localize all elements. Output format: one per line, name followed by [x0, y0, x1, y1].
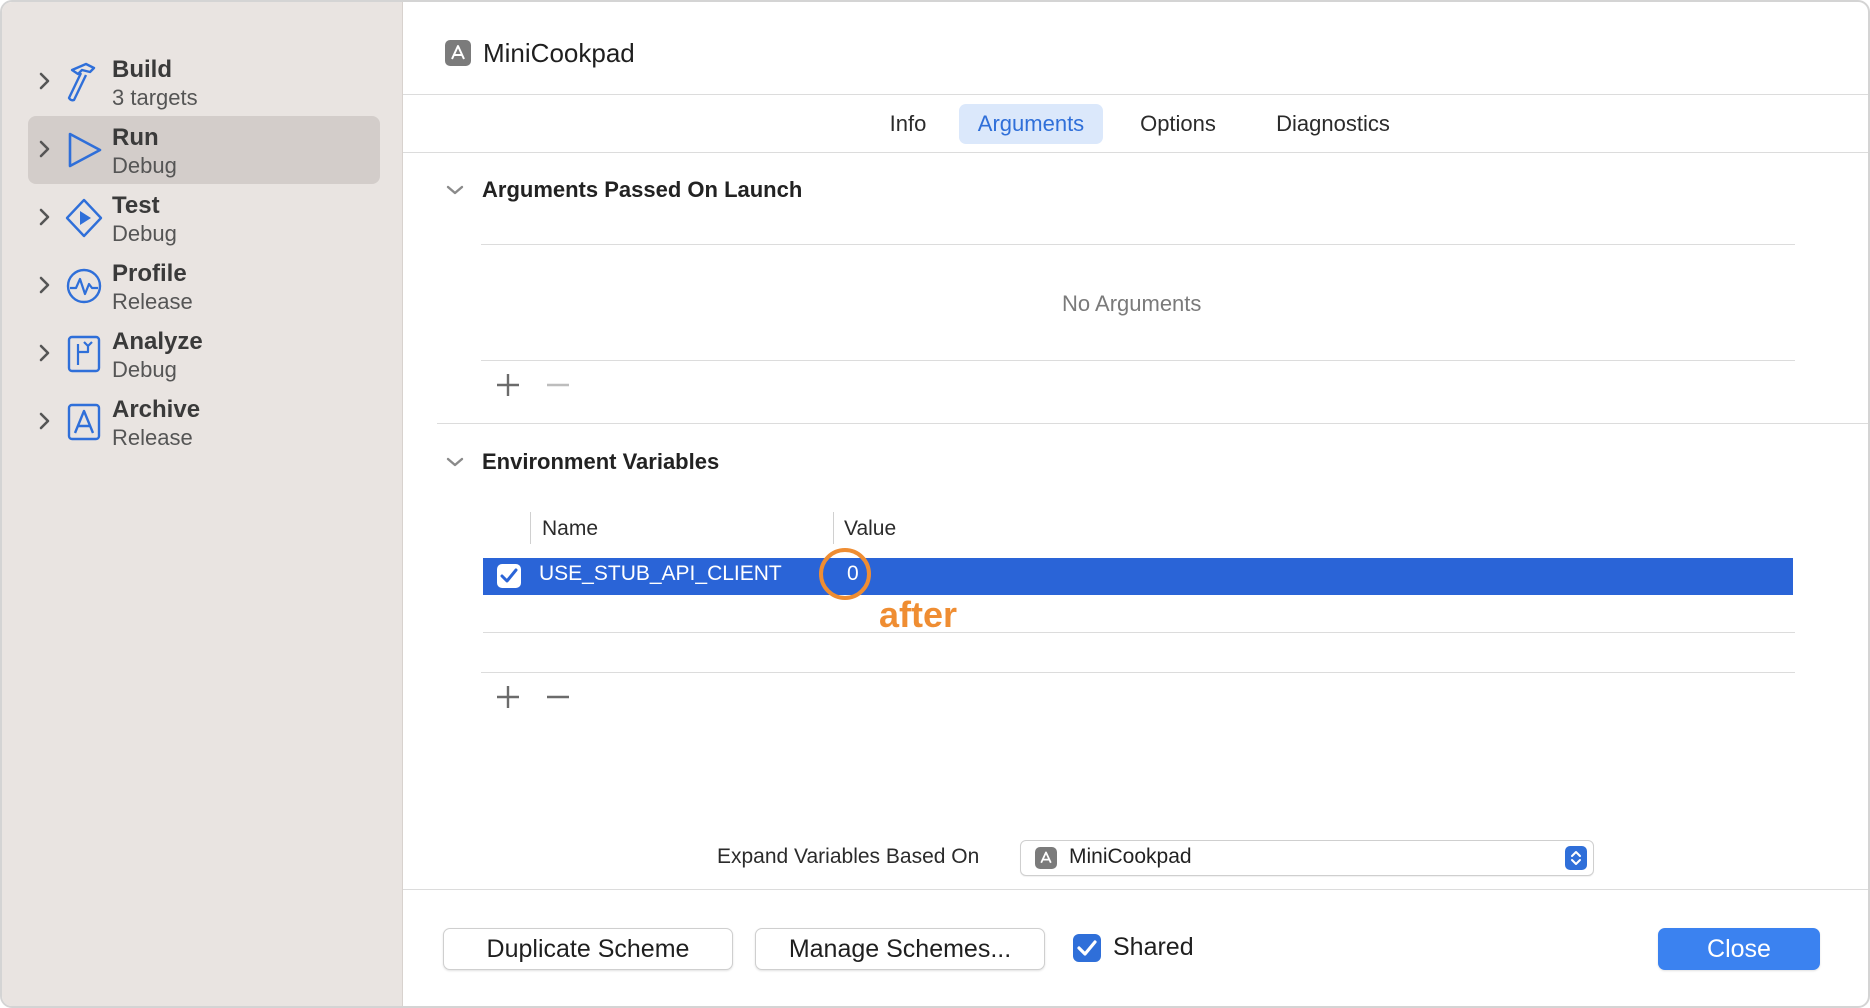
- close-button[interactable]: Close: [1658, 928, 1820, 970]
- env-var-enabled-checkbox[interactable]: [497, 564, 521, 588]
- footer-divider: [403, 889, 1868, 890]
- expand-variables-select[interactable]: MiniCookpad: [1020, 840, 1594, 876]
- analyze-icon: [67, 335, 101, 373]
- add-env-var-button[interactable]: [493, 682, 523, 712]
- app-target-icon: [1035, 847, 1057, 869]
- expand-variables-label: Expand Variables Based On: [717, 845, 980, 868]
- sidebar-item-test[interactable]: Test Debug: [28, 184, 380, 252]
- sidebar-item-subtitle: Release: [112, 425, 193, 450]
- chevron-right-icon[interactable]: [38, 410, 52, 432]
- test-diamond-icon: [65, 198, 103, 238]
- chevron-right-icon[interactable]: [38, 70, 52, 92]
- chevron-right-icon[interactable]: [38, 342, 52, 364]
- scheme-action-sidebar: Build 3 targets Run Debug Test Debug Pro…: [2, 2, 403, 1006]
- checkmark-icon: [1077, 940, 1097, 956]
- scheme-editor-window: Build 3 targets Run Debug Test Debug Pro…: [0, 0, 1870, 1008]
- play-icon: [68, 132, 102, 168]
- annotation-label: after: [879, 594, 958, 635]
- tab-bar: Info Arguments Options Diagnostics: [403, 104, 1868, 144]
- sidebar-item-title: Profile: [112, 260, 187, 287]
- popup-stepper-icon: [1565, 846, 1587, 870]
- arguments-section-title: Arguments Passed On Launch: [482, 177, 803, 202]
- shared-checkbox[interactable]: [1073, 934, 1101, 962]
- chevron-right-icon[interactable]: [38, 138, 52, 160]
- chevron-right-icon[interactable]: [38, 274, 52, 296]
- remove-argument-button[interactable]: [543, 370, 573, 400]
- header-divider: [403, 94, 1868, 95]
- sidebar-item-profile[interactable]: Profile Release: [28, 252, 380, 320]
- column-header-name[interactable]: Name: [542, 517, 598, 541]
- sidebar-item-archive[interactable]: Archive Release: [28, 388, 380, 456]
- env-section-title: Environment Variables: [482, 449, 720, 474]
- table-row-divider: [483, 632, 1795, 633]
- waveform-icon: [66, 268, 102, 304]
- expand-variables-value: MiniCookpad: [1069, 845, 1192, 868]
- archive-icon: [67, 403, 101, 441]
- scheme-header: MiniCookpad: [445, 36, 635, 70]
- sidebar-item-analyze[interactable]: Analyze Debug: [28, 320, 380, 388]
- column-separator: [530, 512, 531, 544]
- no-arguments-label: No Arguments: [1062, 291, 1202, 316]
- chevron-right-icon[interactable]: [38, 206, 52, 228]
- chevron-down-icon[interactable]: [445, 184, 465, 196]
- add-argument-button[interactable]: [493, 370, 523, 400]
- tab-diagnostics[interactable]: Diagnostics: [1253, 104, 1413, 144]
- scheme-title: MiniCookpad: [483, 37, 635, 68]
- sidebar-item-title: Analyze: [112, 328, 203, 355]
- env-var-name[interactable]: USE_STUB_API_CLIENT: [539, 562, 782, 586]
- tab-info[interactable]: Info: [865, 104, 951, 144]
- app-target-icon: [445, 40, 471, 66]
- env-list-bottom-border: [481, 672, 1795, 673]
- sidebar-item-run[interactable]: Run Debug: [28, 116, 380, 184]
- sidebar-item-build[interactable]: Build 3 targets: [28, 48, 380, 116]
- sidebar-item-subtitle: Debug: [112, 357, 177, 382]
- arguments-list-top-border: [481, 244, 1795, 245]
- column-header-value[interactable]: Value: [844, 517, 896, 541]
- chevron-down-icon[interactable]: [445, 456, 465, 468]
- sidebar-item-subtitle: Debug: [112, 153, 177, 178]
- sidebar-item-title: Run: [112, 124, 159, 151]
- duplicate-scheme-button[interactable]: Duplicate Scheme: [443, 928, 733, 970]
- tabs-divider: [403, 152, 1868, 153]
- arguments-list-bottom-border: [481, 360, 1795, 361]
- remove-env-var-button[interactable]: [543, 682, 573, 712]
- column-separator: [833, 512, 834, 544]
- sidebar-item-title: Build: [112, 56, 172, 83]
- sidebar-item-title: Archive: [112, 396, 201, 423]
- section-divider: [437, 423, 1868, 424]
- tab-arguments[interactable]: Arguments: [959, 104, 1103, 144]
- tab-options[interactable]: Options: [1119, 104, 1237, 144]
- checkmark-icon: [500, 568, 518, 583]
- manage-schemes-button[interactable]: Manage Schemes...: [755, 928, 1045, 970]
- sidebar-item-subtitle: Release: [112, 289, 193, 314]
- sidebar-item-subtitle: 3 targets: [112, 85, 198, 110]
- table-row[interactable]: USE_STUB_API_CLIENT 0: [483, 558, 1793, 595]
- shared-label: Shared: [1113, 933, 1194, 961]
- scheme-detail-pane: MiniCookpad Info Arguments Options Diagn…: [403, 2, 1868, 1006]
- hammer-icon: [67, 62, 96, 102]
- sidebar-item-subtitle: Debug: [112, 221, 177, 246]
- sidebar-item-title: Test: [112, 192, 160, 219]
- annotation-circle: [819, 548, 871, 600]
